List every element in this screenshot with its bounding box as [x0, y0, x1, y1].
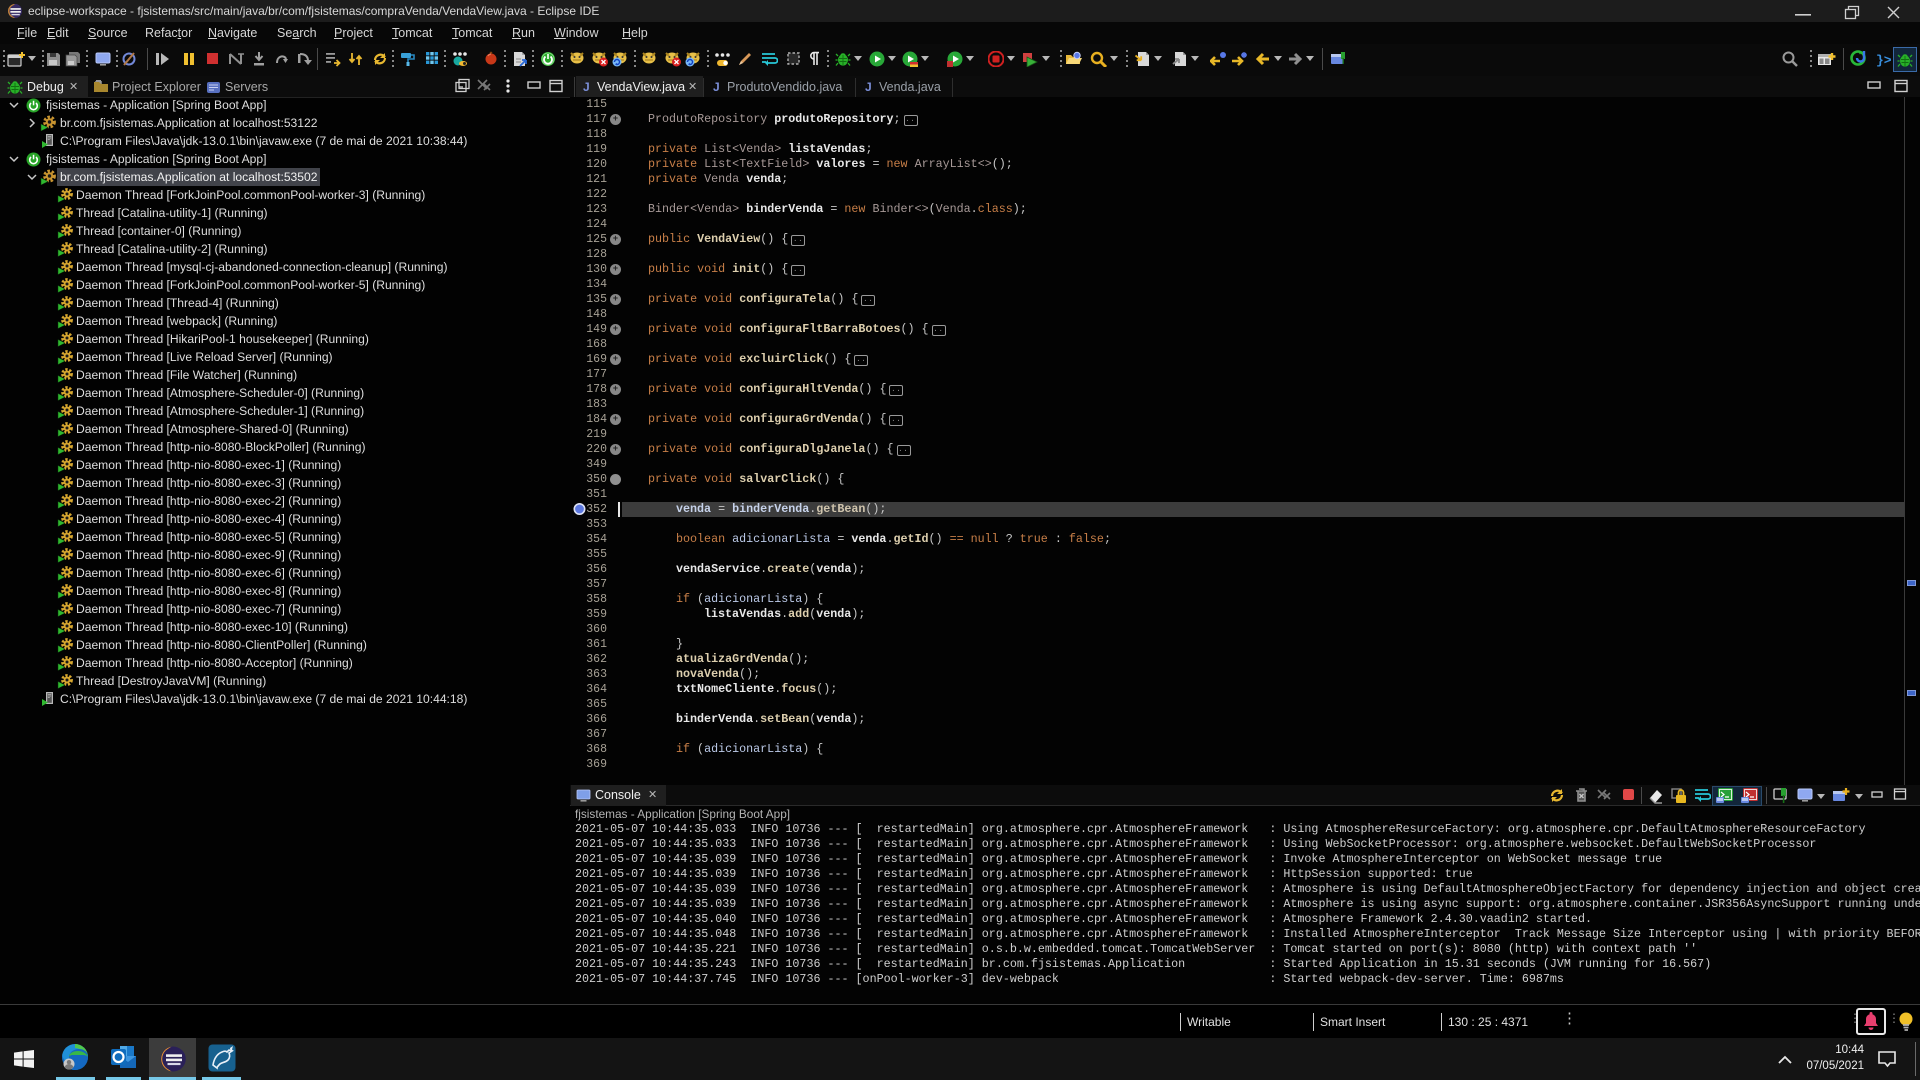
- svg-text:J: J: [583, 80, 590, 94]
- svg-text:}>: }>: [1876, 53, 1892, 67]
- svg-text:J: J: [865, 80, 872, 94]
- svg-text:J: J: [713, 80, 720, 94]
